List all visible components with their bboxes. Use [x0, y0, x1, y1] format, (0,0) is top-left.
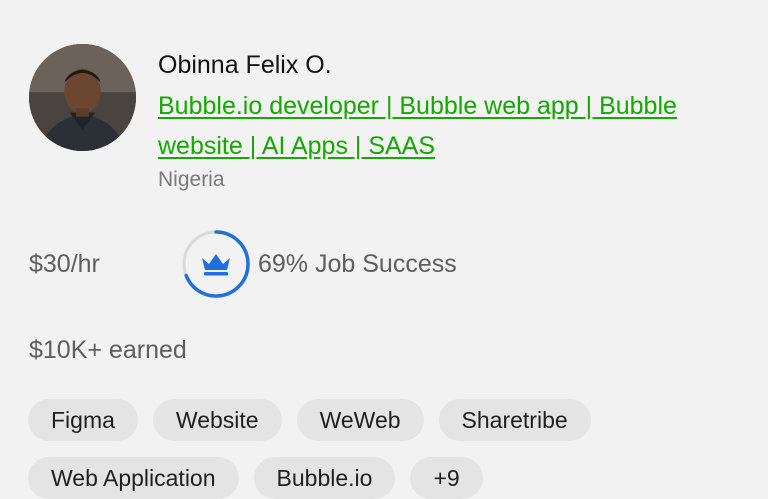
avatar[interactable]	[29, 44, 136, 151]
job-success-label: 69% Job Success	[258, 250, 457, 278]
skill-badge[interactable]: WeWeb	[296, 399, 424, 441]
job-success-ring	[182, 230, 250, 298]
total-earned: $10K+ earned	[29, 336, 187, 364]
freelancer-title-link[interactable]: Bubble.io developer | Bubble web app | B…	[158, 86, 698, 166]
more-skills-badge[interactable]: +9	[410, 457, 483, 499]
avatar-photo	[29, 44, 136, 151]
skill-badge[interactable]: Web Application	[28, 457, 239, 499]
freelancer-name[interactable]: Obinna Felix O.	[158, 51, 332, 80]
skill-badge[interactable]: Website	[152, 399, 282, 441]
freelancer-card[interactable]: Obinna Felix O. Bubble.io developer | Bu…	[0, 0, 768, 499]
skills-list: Figma Website WeWeb Sharetribe Web Appli…	[28, 399, 748, 499]
skill-badge[interactable]: Bubble.io	[253, 457, 396, 499]
skill-badge[interactable]: Figma	[28, 399, 138, 441]
freelancer-location: Nigeria	[158, 168, 225, 191]
hourly-rate: $30/hr	[29, 250, 100, 278]
crown-icon	[202, 254, 230, 276]
skill-badge[interactable]: Sharetribe	[438, 399, 591, 441]
